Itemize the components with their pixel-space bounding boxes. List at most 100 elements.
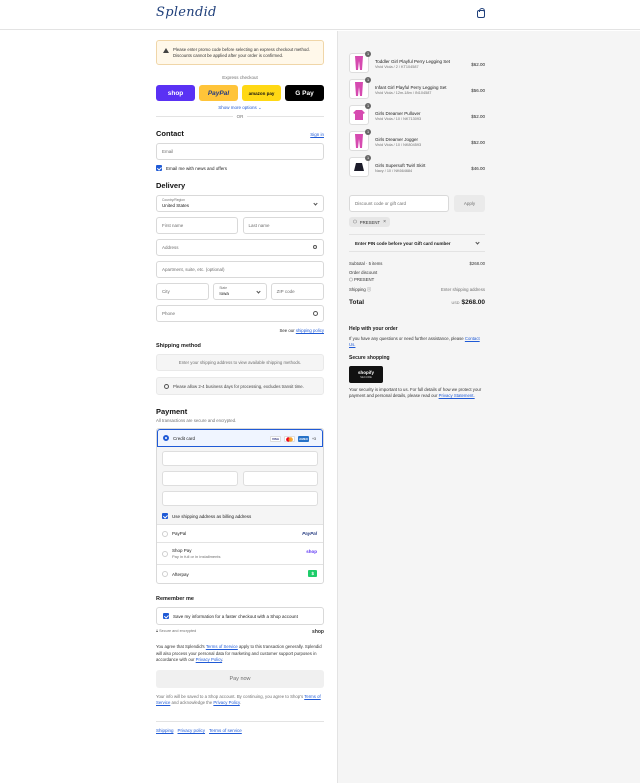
address-field[interactable]: Address: [156, 239, 324, 256]
billing-same-row[interactable]: Use shipping address as billing address: [162, 513, 318, 519]
state-select[interactable]: State Iowa: [213, 283, 267, 300]
last-name-field[interactable]: Last name: [242, 217, 324, 234]
remember-me-checkbox[interactable]: [163, 613, 169, 619]
product-thumbnail: 1: [349, 129, 371, 151]
apartment-field[interactable]: Apartment, suite, etc. (optional): [156, 261, 324, 278]
payment-title: Payment: [156, 407, 188, 416]
cart-item: 1 Girls Dreamer Pullover Vivid Viola / 10 …: [349, 103, 485, 131]
mastercard-icon: [284, 436, 295, 442]
paypal-button[interactable]: PayPal: [199, 85, 238, 101]
order-summary: 1 Toddler Girl Playful Perry Legging Set V…: [349, 51, 485, 399]
billing-same-checkbox[interactable]: [162, 513, 168, 519]
discount-chip: ⬡ PRESENT ×: [349, 217, 390, 227]
newsletter-checkbox[interactable]: [156, 165, 162, 171]
secure-text: Your security is important to us. For fu…: [349, 387, 482, 398]
express-checkout-title: Express checkout: [222, 75, 258, 80]
shipping-method-title: Shipping method: [156, 343, 201, 349]
remove-discount-icon[interactable]: ×: [383, 219, 386, 225]
contact-title: Contact: [156, 129, 184, 138]
visa-icon: VISA: [270, 436, 281, 442]
product-variant: Vivid Viola / 12m-18m / IN104587: [375, 90, 432, 95]
total-row: Total USD $268.00: [349, 299, 485, 306]
shop-pay-option[interactable]: Shop Pay Pay in full or in installments s…: [157, 543, 323, 565]
secure-row: 🔒︎ Secure and encrypted shop: [156, 629, 324, 635]
gift-card-pin-accordion[interactable]: Enter PIN code before your Gift card num…: [349, 234, 485, 252]
product-thumbnail: 1: [349, 77, 371, 99]
credit-card-option[interactable]: Credit card VISA AMEX +3: [157, 429, 323, 447]
express-buttons: shop PayPal amazon pay G Pay: [156, 85, 324, 101]
store-logo[interactable]: Splendid: [156, 5, 217, 20]
quantity-badge: 1: [365, 51, 371, 57]
terms-of-service-link[interactable]: Terms of Service: [206, 644, 238, 649]
card-cvv-field[interactable]: [242, 471, 318, 486]
cart-item: 1 Girls Supersoft Twirl Skirt Navy / 10 / …: [349, 155, 485, 183]
top-header: Splendid: [0, 0, 640, 30]
paypal-option[interactable]: PayPal PayPal: [157, 525, 323, 543]
privacy-policy-link[interactable]: Privacy Policy: [196, 657, 222, 662]
product-thumbnail: 1: [349, 51, 371, 73]
promo-notice: Please enter promo code before selecting…: [156, 40, 324, 65]
warning-icon: [163, 48, 169, 53]
footer-terms-link[interactable]: Terms of service: [209, 728, 242, 733]
name-on-card-field[interactable]: [162, 491, 318, 506]
shop-pay-button[interactable]: shop: [156, 85, 195, 101]
checkout-form: Please enter promo code before selecting…: [156, 40, 324, 733]
email-field[interactable]: Email: [156, 143, 324, 160]
shop-privacy-link[interactable]: Privacy Policy: [213, 700, 239, 705]
chevron-down-icon: [475, 239, 480, 245]
shipping-row: Shipping ⓘ Enter shipping address: [349, 287, 485, 292]
country-select[interactable]: Country/Region United States: [156, 195, 324, 212]
product-variant: Vivid Viola / 10 / NK713093: [375, 116, 422, 121]
discount-code-input[interactable]: Discount code or gift card: [349, 195, 449, 212]
afterpay-radio[interactable]: [162, 571, 168, 577]
shopify-secure-badge: shopify SECURE: [349, 366, 383, 383]
privacy-statement-link[interactable]: Privacy Statement.: [439, 393, 475, 398]
help-circle-icon[interactable]: [313, 311, 318, 316]
amazon-pay-button[interactable]: amazon pay: [242, 85, 281, 101]
discount-code-row: ⬡ PRESENT: [349, 277, 375, 282]
zip-field[interactable]: ZIP code: [270, 283, 324, 300]
search-icon: [313, 245, 317, 249]
order-discount-row: Order discount: [349, 270, 378, 275]
secure-shopping-title: Secure shopping: [349, 355, 390, 361]
shop-fine-print: Your info will be saved to a Shop accoun…: [156, 693, 321, 706]
lock-icon: 🔒︎: [156, 629, 159, 633]
cart-item: 1 Infant Girl Playful Perry Legging Set Vi…: [349, 77, 485, 105]
show-more-options-link[interactable]: Show more options ⌄: [156, 105, 324, 111]
phone-field[interactable]: Phone: [156, 305, 324, 322]
google-pay-button[interactable]: G Pay: [285, 85, 324, 101]
product-thumbnail: 1: [349, 103, 371, 125]
remember-me-title: Remember me: [156, 596, 194, 602]
footer-privacy-link[interactable]: Privacy policy: [178, 728, 206, 733]
afterpay-logo-icon: $: [308, 570, 317, 577]
paypal-logo-icon: PayPal: [302, 531, 317, 536]
card-expiry-field[interactable]: [162, 471, 238, 486]
newsletter-checkbox-row[interactable]: Email me with news and offers: [156, 165, 324, 171]
amex-icon: AMEX: [298, 436, 309, 442]
shipping-policy-link[interactable]: shipping policy: [296, 328, 324, 333]
paypal-radio[interactable]: [162, 530, 168, 537]
apply-discount-button[interactable]: Apply: [454, 195, 485, 212]
remember-me-box[interactable]: Save my information for a faster checkou…: [156, 607, 324, 625]
discount-row: Discount code or gift card Apply: [349, 195, 485, 212]
product-variant: Navy / 10 / NK664684: [375, 168, 413, 173]
delivery-title: Delivery: [156, 181, 186, 190]
sign-in-link[interactable]: Sign in: [310, 132, 324, 137]
shipping-method-placeholder: Enter your shipping address to view avai…: [156, 354, 324, 371]
city-field[interactable]: City: [156, 283, 210, 300]
afterpay-option[interactable]: Afterpay $: [157, 565, 323, 583]
cart-item: 1 Toddler Girl Playful Perry Legging Set V…: [349, 51, 485, 79]
shop-pay-radio[interactable]: [162, 550, 168, 557]
first-name-field[interactable]: First name: [156, 217, 238, 234]
product-variant: Vivid Viola / 10 / NK804593: [375, 142, 422, 147]
footer-links: Shipping Privacy policy Terms of service: [156, 720, 324, 733]
shop-logo-icon: shop: [312, 629, 324, 635]
footer-shipping-link[interactable]: Shipping: [156, 728, 174, 733]
shopping-bag-icon[interactable]: [477, 8, 485, 18]
product-price: $56.00: [471, 88, 485, 93]
credit-card-radio[interactable]: [163, 435, 169, 441]
card-number-field[interactable]: [162, 451, 318, 466]
help-text: If you have any questions or need furthe…: [349, 336, 480, 347]
product-price: $52.00: [471, 140, 485, 145]
pay-now-button[interactable]: Pay now: [156, 669, 324, 688]
